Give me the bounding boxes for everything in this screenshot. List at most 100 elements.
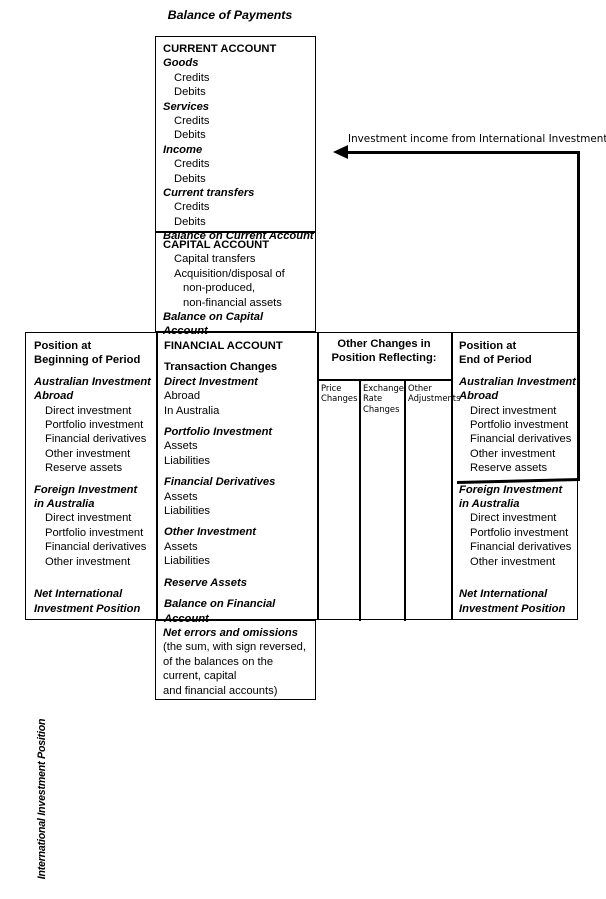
list-item: Assets — [164, 440, 198, 453]
list-item: Portfolio investment — [470, 419, 569, 432]
list-item: Financial derivatives — [45, 541, 147, 554]
subcolumn-price-changes-line2: Changes — [321, 393, 358, 404]
list-item: Assets — [164, 540, 198, 553]
position-beginning-column: Position at Beginning of Period Australi… — [26, 333, 164, 616]
list-item: Direct investment — [470, 404, 557, 417]
position-end-heading-1: Position at — [459, 340, 517, 352]
list-item: Australian Investment — [34, 375, 151, 388]
subcolumn-other-line2: Adjustments — [408, 393, 461, 404]
capital-account-box: CAPITAL ACCOUNT Capital transfers Acquisi… — [155, 232, 316, 337]
list-item: of the balances on the — [163, 655, 274, 668]
left-arrow-icon — [333, 145, 348, 159]
current-account-heading: CURRENT ACCOUNT — [163, 43, 277, 55]
position-beginning-heading-2: Beginning of Period — [34, 354, 141, 367]
position-end-column: Position at End of Period Australian Inv… — [451, 333, 587, 616]
list-item: Abroad — [164, 390, 201, 403]
position-end-heading-2: End of Period — [459, 354, 532, 367]
list-item: Investment Position — [34, 602, 141, 615]
list-item: and financial accounts) — [163, 684, 278, 697]
list-item: Financial Derivatives — [164, 476, 276, 489]
list-item: Assets — [164, 490, 198, 503]
list-item: Services — [163, 100, 210, 113]
list-item: current, capital — [163, 670, 237, 683]
list-item: Portfolio investment — [45, 526, 144, 539]
list-item: Credits — [174, 115, 210, 128]
list-item: Credits — [174, 201, 210, 214]
list-item: non-produced, — [183, 282, 256, 295]
main-position-table: International Investment Position Positi… — [25, 332, 578, 879]
list-item: Financial derivatives — [470, 433, 572, 446]
subcolumn-exchange-line3: Changes — [363, 403, 400, 414]
arrow-segment-top — [345, 151, 580, 154]
list-item: Direct investment — [470, 512, 557, 525]
list-item: Financial derivatives — [45, 433, 147, 446]
list-item: Direct Investment — [164, 375, 258, 388]
financial-account-heading: FINANCIAL ACCOUNT — [164, 340, 283, 352]
current-account-items: Goods Credits Debits Services Credits Debits I… — [163, 56, 315, 243]
list-item: Abroad — [34, 390, 74, 403]
list-item: Foreign Investment — [34, 483, 138, 496]
list-item: Debits — [174, 215, 206, 228]
list-item: Portfolio Investment — [164, 426, 273, 439]
arrow-segment-right — [577, 151, 580, 481]
list-item: Liabilities — [164, 555, 211, 568]
list-item: Abroad — [459, 390, 499, 403]
list-item: Liabilities — [164, 454, 211, 467]
list-item: Investment Position — [459, 602, 566, 615]
list-item: Direct investment — [45, 512, 132, 525]
list-item: Other investment — [45, 447, 131, 460]
list-item: Australian Investment — [459, 375, 576, 388]
list-item: (the sum, with sign reversed, — [163, 641, 307, 654]
list-item: Liabilities — [164, 505, 211, 518]
list-item: Credits — [174, 158, 210, 171]
international-investment-position-label: International Investment Position — [36, 718, 48, 880]
divider-subheader — [317, 379, 451, 381]
financial-account-subheading: Transaction Changes — [164, 361, 278, 374]
list-item: Portfolio investment — [470, 526, 569, 539]
list-item: non-financial assets — [183, 296, 282, 309]
list-item: Debits — [174, 129, 206, 142]
list-item: Net International — [459, 588, 548, 601]
page-title: Balance of Payments — [167, 8, 293, 22]
list-item: Portfolio investment — [45, 419, 144, 432]
other-changes-title-line1: Other Changes in — [337, 338, 431, 350]
arrow-label: Investment income from International Inv… — [348, 133, 606, 145]
list-item: Other Investment — [164, 526, 257, 539]
list-item: Direct investment — [45, 404, 132, 417]
subcolumn-price-changes: Price Changes — [321, 383, 357, 404]
net-errors-lines: (the sum, with sign reversed, of the bala… — [163, 640, 315, 698]
list-item: Credits — [174, 71, 210, 84]
list-item: Balance on Financial — [164, 598, 276, 611]
subcolumn-exchange-line1: Exchange — [363, 383, 404, 393]
divider-subcolumn-2 — [404, 379, 406, 621]
list-item: In Australia — [164, 404, 220, 417]
net-errors-box: Net errors and omissions (the sum, with … — [155, 620, 316, 700]
list-item: Acquisition/disposal of — [174, 267, 285, 280]
current-account-box: CURRENT ACCOUNT Goods Credits Debits Servic… — [155, 36, 316, 242]
subcolumn-other-adjustments: Other Adjustments — [408, 383, 461, 404]
list-item: in Australia — [34, 498, 95, 511]
list-item: Debits — [174, 172, 206, 185]
list-item: in Australia — [459, 498, 520, 511]
list-item: Financial derivatives — [470, 541, 572, 554]
subcolumn-price-changes-line1: Price — [321, 383, 342, 393]
list-item: Reserve assets — [45, 462, 123, 475]
other-changes-title-line2: Position Reflecting: — [331, 352, 437, 365]
financial-account-items: Direct Investment Abroad In Australia Portf… — [164, 375, 325, 626]
list-item: Current transfers — [163, 187, 255, 200]
list-item: Other investment — [45, 555, 131, 568]
list-item: Goods — [163, 57, 199, 70]
capital-account-items: Capital transfers Acquisition/disposal of… — [163, 252, 315, 338]
net-errors-heading: Net errors and omissions — [163, 627, 298, 639]
subcolumn-exchange-line2: Rate — [363, 393, 383, 404]
position-beginning-items: Australian Investment Abroad Direct invest… — [34, 368, 164, 616]
list-item: Net International — [34, 588, 123, 601]
list-item: Foreign Investment — [459, 483, 563, 496]
list-item: Balance on Capital — [163, 311, 264, 324]
